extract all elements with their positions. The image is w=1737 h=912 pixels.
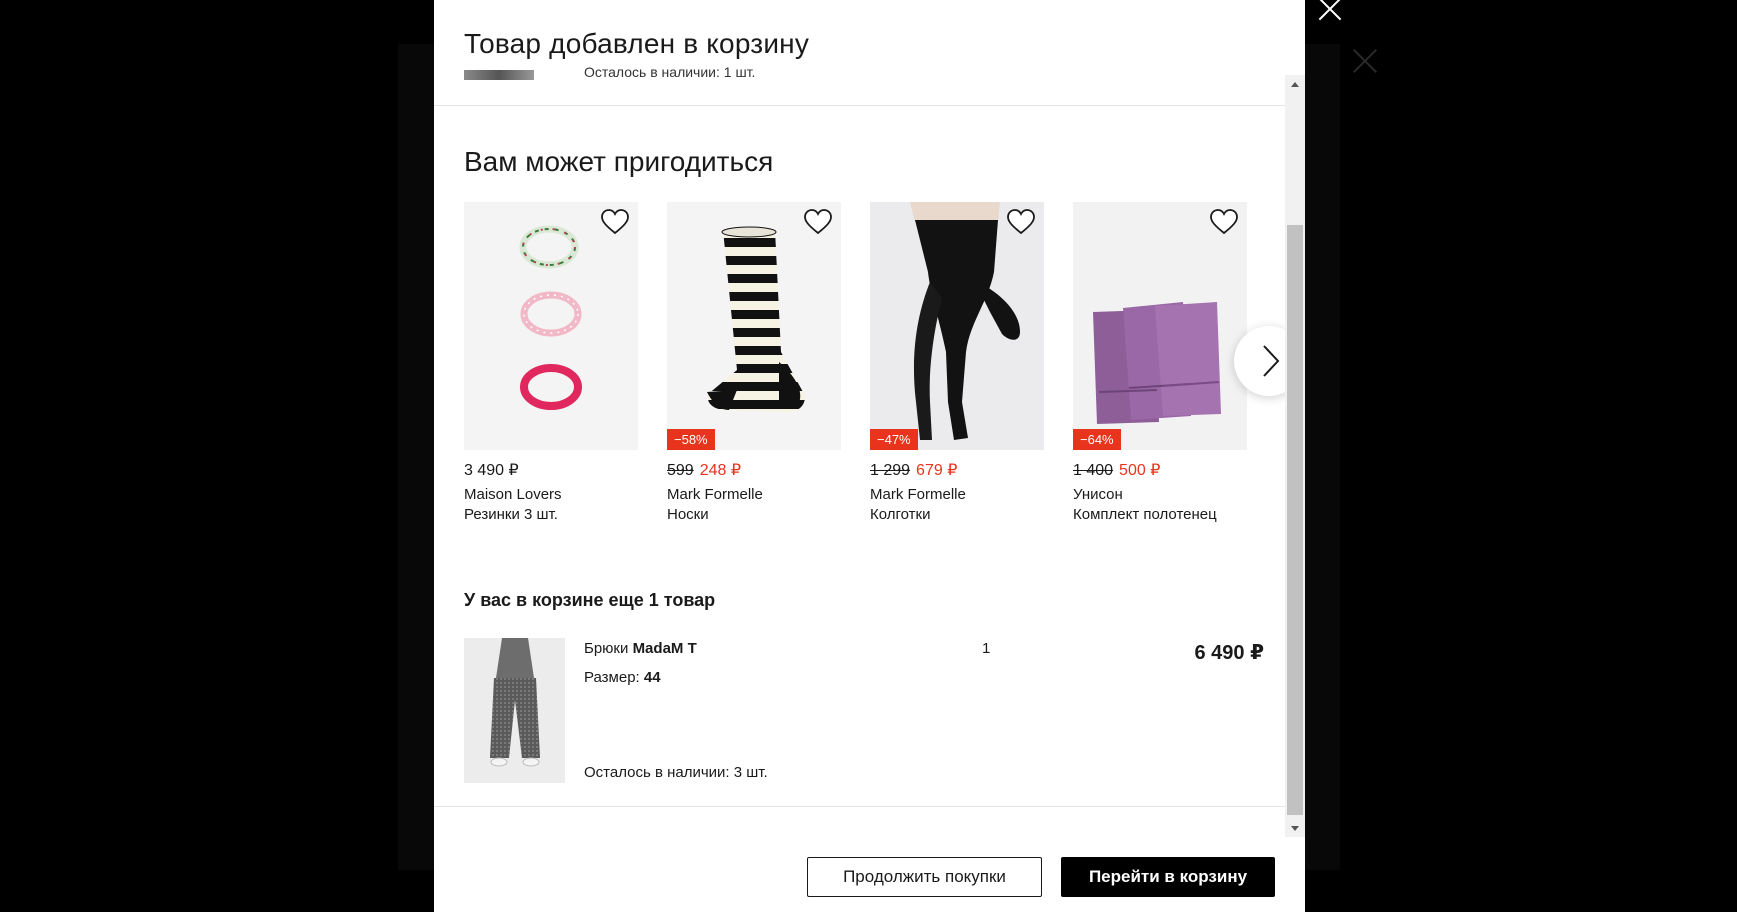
product-image[interactable]: −64% [1073,202,1247,450]
price: 3 490 ₽ [464,462,519,479]
product-type[interactable]: Резинки 3 шт. [464,505,638,525]
cart-item-brand: MadaM T [632,640,697,657]
scrollbar-thumb[interactable] [1287,225,1303,815]
cart-summary-title: У вас в корзине еще 1 товар [464,590,716,610]
close-icon[interactable] [1316,0,1344,22]
scrollbar[interactable] [1285,75,1305,837]
product-brand[interactable]: Унисон [1073,485,1247,505]
product-type[interactable]: Колготки [870,505,1044,525]
cart-item-image[interactable] [464,638,565,783]
product-price: 1 299 679 ₽ [870,460,1044,482]
modal-scroll-area[interactable]: Вам может пригодиться 3 490 ₽ Maison Lov… [434,106,1285,806]
background-close-icon [1352,48,1378,74]
product-image[interactable]: −58% [667,202,841,450]
heart-icon[interactable] [1006,208,1036,236]
cart-item-size: Размер: 44 [584,669,661,686]
chevron-right-icon [1263,345,1280,377]
added-item-thumbnail [464,70,534,80]
product-image[interactable] [464,202,638,450]
heart-icon[interactable] [600,208,630,236]
scroll-down-arrow-icon[interactable] [1285,819,1305,837]
size-value: 44 [643,669,661,686]
product-type[interactable]: Носки [667,505,841,525]
modal-header: Товар добавлен в корзину Осталось в нали… [434,0,1285,106]
product-price: 3 490 ₽ [464,460,638,482]
product-image[interactable]: −47% [870,202,1044,450]
discount-badge: −58% [667,429,715,450]
size-label: Размер: [584,669,640,686]
discount-badge: −47% [870,429,918,450]
added-to-cart-modal: Товар добавлен в корзину Осталось в нали… [434,0,1305,912]
old-price: 1 400 [1073,462,1114,479]
scroll-up-arrow-icon[interactable] [1285,75,1305,93]
added-item-stock: Осталось в наличии: 1 шт. [584,64,756,80]
modal-footer: Продолжить покупки Перейти в корзину [434,806,1285,912]
cart-item-quantity: 1 [982,640,991,657]
product-card[interactable]: 3 490 ₽ Maison Lovers Резинки 3 шт. [464,202,638,525]
product-brand[interactable]: Mark Formelle [870,485,1044,505]
product-brand[interactable]: Maison Lovers [464,485,638,505]
cart-item-name[interactable]: Брюки MadaM T [584,640,697,657]
recommendations-carousel: 3 490 ₽ Maison Lovers Резинки 3 шт. −58%… [464,202,1285,532]
heart-icon[interactable] [803,208,833,236]
product-brand[interactable]: Mark Formelle [667,485,841,505]
recommendations-title: Вам может пригодиться [464,146,774,177]
old-price: 599 [667,462,694,479]
cart-item-type: Брюки [584,640,629,657]
product-price: 1 400 500 ₽ [1073,460,1247,482]
cart-item-stock: Осталось в наличии: 3 шт. [584,764,768,781]
new-price: 248 ₽ [699,462,742,479]
continue-shopping-button[interactable]: Продолжить покупки [807,857,1042,897]
modal-title: Товар добавлен в корзину [464,28,810,59]
go-to-cart-button[interactable]: Перейти в корзину [1061,857,1275,897]
new-price: 500 ₽ [1119,462,1161,479]
product-type[interactable]: Комплект полотенец [1073,505,1247,525]
product-price: 599 248 ₽ [667,460,841,482]
carousel-next-button[interactable] [1234,326,1285,396]
discount-badge: −64% [1073,429,1121,450]
product-card[interactable]: −47% 1 299 679 ₽ Mark Formelle Колготки [870,202,1044,525]
product-card[interactable]: −64% 1 400 500 ₽ Унисон Комплект полотене… [1073,202,1247,525]
new-price: 679 ₽ [916,462,958,479]
cart-item-price: 6 490 ₽ [1194,642,1264,664]
cart-item: Брюки MadaM T Размер: 44 Осталось в нали… [464,638,1264,788]
product-card[interactable]: −58% 599 248 ₽ Mark Formelle Носки [667,202,841,525]
old-price: 1 299 [870,462,911,479]
heart-icon[interactable] [1209,208,1239,236]
